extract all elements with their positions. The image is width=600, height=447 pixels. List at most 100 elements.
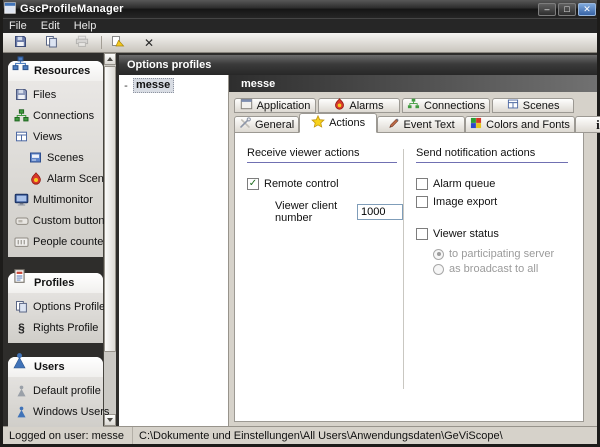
tab-label: Alarms: [349, 100, 383, 112]
minimize-button[interactable]: –: [538, 3, 556, 16]
status-profile-path: C:\Dokumente und Einstellungen\All Users…: [133, 427, 597, 444]
image-export-checkbox[interactable]: Image export: [416, 196, 571, 208]
viewer-client-number-label: Viewer client number: [275, 200, 349, 224]
checkbox-label: Remote control: [264, 178, 339, 190]
tab-application[interactable]: Application: [234, 98, 316, 113]
checkbox-unchecked-icon: [416, 178, 428, 190]
app-icon: [4, 2, 16, 17]
viewer-client-number-row: Viewer client number: [275, 200, 403, 224]
group-heading: Receive viewer actions: [247, 147, 397, 163]
sidebar-item-views[interactable]: Views: [8, 126, 103, 147]
tab-label: Actions: [329, 117, 365, 129]
tab-general[interactable]: General: [234, 116, 299, 133]
radio-selected-icon: [433, 249, 444, 260]
sidebar-item-label: Options Profile: [33, 301, 105, 313]
radio-label: to participating server: [449, 248, 554, 260]
tree-item: - messe: [122, 78, 228, 93]
spacer: [416, 214, 571, 228]
alarm-queue-checkbox[interactable]: Alarm queue: [416, 178, 571, 190]
tab-colors-fonts[interactable]: Colors and Fonts: [465, 116, 575, 133]
window-controls: – □ ✕: [538, 3, 596, 16]
copy-pages-icon: [45, 35, 58, 51]
sidebar-item-label: Default profile: [33, 385, 101, 397]
color-squares-icon: [470, 117, 482, 132]
viewer-client-number-input[interactable]: [357, 204, 403, 220]
copy-button[interactable]: [39, 34, 63, 51]
star-icon: [311, 115, 325, 132]
scroll-thumb[interactable]: [104, 66, 116, 352]
tab-actions[interactable]: Actions: [299, 113, 377, 133]
app-window: GscProfileManager – □ ✕ File Edit Help ✕…: [0, 0, 600, 447]
sidebar-item-label: People counter: [33, 236, 107, 248]
monitor-icon: [14, 193, 29, 206]
person-gray-icon: [14, 385, 29, 397]
sidebar-item-windows-users[interactable]: Windows Users: [8, 401, 103, 422]
save-button[interactable]: [8, 34, 32, 51]
detail-panel: messe Application Alarms Connections Sce…: [229, 75, 597, 426]
profiles-items: Options Profile §Rights Profile: [8, 293, 103, 338]
sidebar-item-label: Rights Profile: [33, 322, 98, 334]
radio-as-broadcast-to-all[interactable]: as broadcast to all: [433, 263, 571, 275]
window-title: GscProfileManager: [20, 3, 534, 15]
sidebar-item-options-profile[interactable]: Options Profile: [8, 296, 103, 317]
panel-title: Options profiles: [119, 55, 597, 75]
print-button[interactable]: [70, 34, 94, 51]
sidebar-item-people-counter[interactable]: People counter: [8, 231, 103, 252]
tab-label: Application: [257, 100, 311, 112]
sidebar-section-users: Users Default profile Windows Users: [8, 357, 103, 427]
radio-to-participating-server[interactable]: to participating server: [433, 248, 571, 260]
menu-edit[interactable]: Edit: [41, 20, 60, 32]
viewer-status-checkbox[interactable]: Viewer status: [416, 228, 571, 240]
main-panel: Options profiles - messe messe Applicati…: [119, 53, 597, 426]
tab-info[interactable]: i: [575, 116, 600, 133]
scroll-track[interactable]: [104, 65, 116, 414]
tab-event-text[interactable]: Event Text: [377, 116, 465, 133]
sidebar-item-scenes[interactable]: Scenes: [8, 147, 103, 168]
send-profile-button[interactable]: [106, 34, 130, 51]
sidebar-item-multimonitor[interactable]: Multimonitor: [8, 189, 103, 210]
remote-control-checkbox[interactable]: ✓ Remote control: [247, 178, 403, 190]
person-blue-icon: [14, 406, 29, 418]
sidebar-item-connections[interactable]: Connections: [8, 105, 103, 126]
delete-button[interactable]: ✕: [137, 34, 161, 51]
user-cone-blue-icon: [12, 352, 29, 369]
tab-label: General: [255, 119, 294, 131]
delete-x-icon: ✕: [144, 36, 154, 50]
files-icon: [14, 88, 29, 101]
alarm-flame-icon: [334, 98, 345, 113]
tab-alarms[interactable]: Alarms: [318, 98, 400, 113]
section-title: Users: [34, 361, 65, 373]
checkbox-unchecked-icon: [416, 196, 428, 208]
tab-label: Colors and Fonts: [486, 119, 570, 131]
sidebar-item-label: Custom buttons: [33, 215, 110, 227]
tab-scenes[interactable]: Scenes: [492, 98, 574, 113]
checkbox-checked-icon: ✓: [247, 178, 259, 190]
sidebar-item-alarm-scenes[interactable]: Alarm Scenes: [8, 168, 103, 189]
checkbox-label: Viewer status: [433, 228, 499, 240]
menu-file[interactable]: File: [9, 20, 27, 32]
sidebar-item-default-profile[interactable]: Default profile: [8, 380, 103, 401]
checkbox-unchecked-icon: [416, 228, 428, 240]
maximize-button[interactable]: □: [558, 3, 576, 16]
sidebar-item-custom-buttons[interactable]: Custom buttons: [8, 210, 103, 231]
close-button[interactable]: ✕: [578, 3, 596, 16]
sidebar-scrollbar[interactable]: [103, 53, 116, 426]
profiles-doc-icon: [12, 268, 29, 285]
menu-help[interactable]: Help: [74, 20, 97, 32]
sidebar-item-label: Windows Users: [33, 406, 109, 418]
users-items: Default profile Windows Users: [8, 377, 103, 422]
menu-bar: File Edit Help: [3, 18, 597, 33]
tree-expander[interactable]: -: [122, 80, 130, 92]
save-floppy-icon: [14, 35, 27, 51]
people-counter-icon: [14, 236, 29, 248]
profiles-tree: - messe: [119, 75, 229, 426]
tab-connections[interactable]: Connections: [402, 98, 490, 113]
tree-item-messe[interactable]: messe: [133, 78, 174, 93]
sidebar-item-label: Multimonitor: [33, 194, 93, 206]
scroll-up-button[interactable]: [104, 53, 116, 65]
sidebar-item-files[interactable]: Files: [8, 84, 103, 105]
sidebar-item-rights-profile[interactable]: §Rights Profile: [8, 317, 103, 338]
send-profile-icon: [111, 35, 125, 51]
section-title: Resources: [34, 65, 90, 77]
sidebar-item-label: Scenes: [47, 152, 84, 164]
